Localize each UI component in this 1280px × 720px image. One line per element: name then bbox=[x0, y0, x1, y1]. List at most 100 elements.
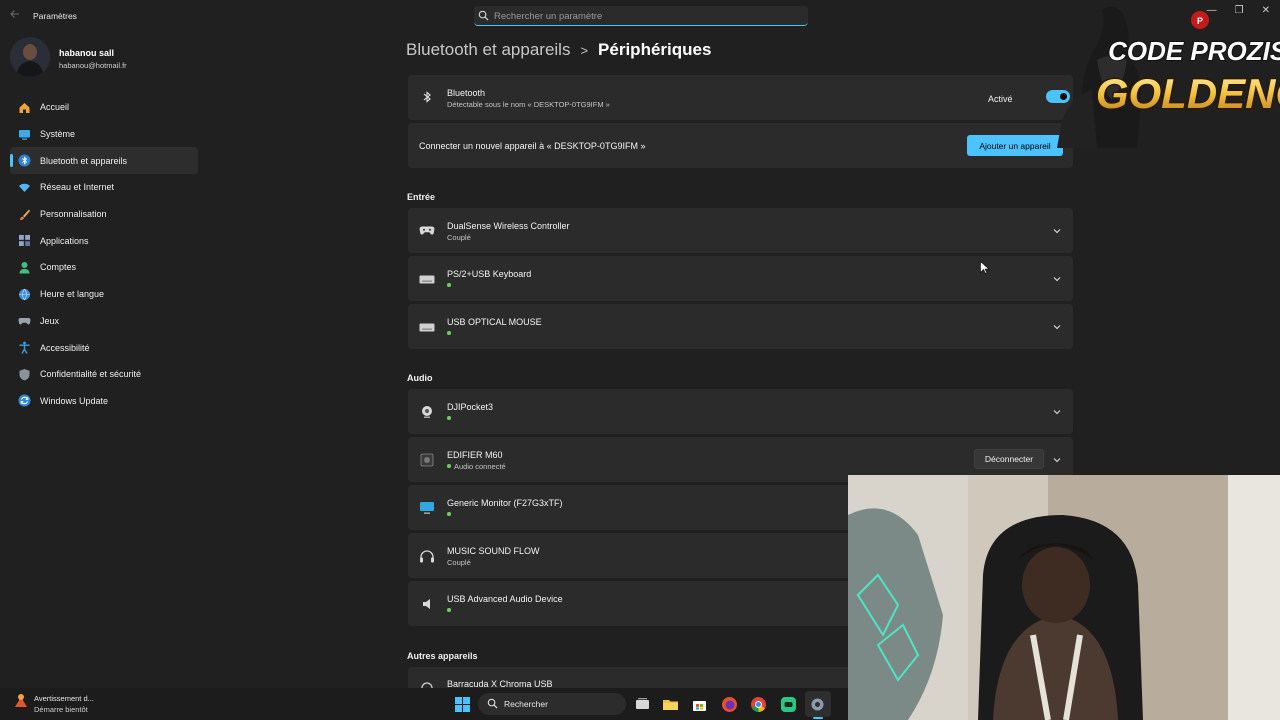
chevron-down-icon[interactable] bbox=[1052, 274, 1062, 284]
sidebar-item-network[interactable]: Réseau et Internet bbox=[10, 174, 198, 201]
chrome-icon[interactable] bbox=[750, 696, 767, 713]
bluetooth-icon bbox=[17, 154, 31, 168]
section-other-label: Autres appareils bbox=[407, 651, 478, 661]
mouse-icon bbox=[419, 319, 435, 335]
sidebar-item-label: Jeux bbox=[40, 315, 60, 326]
sidebar-item-windows-update[interactable]: Windows Update bbox=[10, 388, 198, 415]
sidebar-item-privacy[interactable]: Confidentialité et sécurité bbox=[10, 361, 198, 388]
add-device-card: Connecter un nouvel appareil à « DESKTOP… bbox=[408, 123, 1073, 168]
sidebar-item-gaming[interactable]: Jeux bbox=[10, 308, 198, 335]
logo-line1: CODE PROZIS: bbox=[1108, 36, 1280, 66]
device-row[interactable]: USB OPTICAL MOUSE bbox=[408, 304, 1073, 349]
search-icon bbox=[487, 698, 498, 709]
sidebar-item-apps[interactable]: Applications bbox=[10, 227, 198, 254]
globe-clock-icon bbox=[17, 287, 31, 301]
settings-search-box[interactable] bbox=[474, 6, 808, 26]
accessibility-icon bbox=[17, 341, 31, 355]
mouse-cursor-icon bbox=[980, 261, 989, 274]
sidebar-item-label: Personnalisation bbox=[40, 209, 107, 220]
sidebar-item-accounts[interactable]: Comptes bbox=[10, 254, 198, 281]
headphones-icon bbox=[419, 548, 435, 564]
chevron-down-icon[interactable] bbox=[1052, 226, 1062, 236]
status-dot bbox=[447, 608, 451, 612]
game-app-icon[interactable] bbox=[780, 696, 797, 713]
bluetooth-subtitle: Détectable sous le nom « DESKTOP-0TG9IFM… bbox=[447, 100, 610, 109]
app-title: Paramètres bbox=[33, 11, 77, 21]
breadcrumb-parent[interactable]: Bluetooth et appareils bbox=[406, 40, 570, 60]
webcam-icon bbox=[419, 404, 435, 420]
wifi-icon bbox=[17, 180, 31, 194]
add-device-button[interactable]: Ajouter un appareil bbox=[967, 135, 1063, 156]
sidebar-item-label: Accueil bbox=[40, 102, 70, 113]
update-icon bbox=[17, 394, 31, 408]
status-dot bbox=[447, 283, 451, 287]
task-view-icon[interactable] bbox=[634, 696, 651, 713]
settings-search-input[interactable] bbox=[494, 8, 794, 24]
add-device-text: Connecter un nouvel appareil à « DESKTOP… bbox=[419, 141, 646, 151]
sidebar-item-label: Heure et langue bbox=[40, 289, 105, 300]
device-name: USB OPTICAL MOUSE bbox=[447, 317, 542, 327]
windows-start-icon[interactable] bbox=[454, 696, 471, 713]
shield-icon bbox=[17, 367, 31, 381]
chevron-down-icon[interactable] bbox=[1052, 455, 1062, 465]
notification-title[interactable]: Avertissement d... bbox=[34, 694, 94, 703]
keyboard-icon bbox=[419, 271, 435, 287]
device-name: DJIPocket3 bbox=[447, 402, 494, 412]
page-title: Périphériques bbox=[598, 40, 712, 59]
home-icon bbox=[17, 100, 31, 114]
device-name: DualSense Wireless Controller bbox=[447, 221, 570, 231]
sidebar-item-label: Système bbox=[40, 129, 76, 140]
chevron-down-icon[interactable] bbox=[1052, 407, 1062, 417]
sidebar-item-label: Accessibilité bbox=[40, 342, 90, 353]
sidebar-item-system[interactable]: Système bbox=[10, 121, 198, 148]
taskbar-search-label: Rechercher bbox=[504, 699, 548, 709]
monitor-icon bbox=[419, 500, 435, 516]
warning-icon[interactable] bbox=[13, 693, 29, 709]
device-name: Generic Monitor (F27G3xTF) bbox=[447, 498, 563, 508]
device-status: Audio connecté bbox=[454, 462, 506, 471]
sidebar-item-label: Confidentialité et sécurité bbox=[40, 369, 142, 380]
sidebar-item-label: Windows Update bbox=[40, 395, 109, 406]
device-name: PS/2+USB Keyboard bbox=[447, 269, 532, 279]
back-arrow-icon[interactable] bbox=[10, 9, 22, 23]
settings-gear-icon[interactable] bbox=[809, 696, 826, 713]
device-name: USB Advanced Audio Device bbox=[447, 594, 563, 604]
sidebar-item-personalization[interactable]: Personnalisation bbox=[10, 201, 198, 228]
sidebar-nav: Accueil Système Bluetooth et appareils R… bbox=[10, 94, 198, 414]
file-explorer-icon[interactable] bbox=[662, 696, 679, 713]
gamepad-icon bbox=[419, 223, 435, 239]
sidebar-item-bluetooth[interactable]: Bluetooth et appareils bbox=[10, 147, 198, 175]
status-dot bbox=[447, 512, 451, 516]
webcam-overlay bbox=[848, 475, 1280, 720]
sidebar-item-home[interactable]: Accueil bbox=[10, 94, 198, 121]
device-row[interactable]: DJIPocket3 bbox=[408, 389, 1073, 434]
disconnect-button[interactable]: Déconnecter bbox=[974, 449, 1044, 469]
device-row[interactable]: DualSense Wireless Controller Couplé bbox=[408, 208, 1073, 253]
chevron-down-icon[interactable] bbox=[1052, 322, 1062, 332]
stream-logo-overlay: P CODE PROZIS: GOLDENG bbox=[1052, 0, 1280, 149]
breadcrumb: Bluetooth et appareils > Périphériques bbox=[406, 40, 711, 60]
avatar[interactable] bbox=[10, 37, 50, 77]
firefox-icon[interactable] bbox=[721, 696, 738, 713]
search-icon bbox=[478, 10, 489, 21]
status-dot bbox=[447, 416, 451, 420]
device-status: Couplé bbox=[447, 233, 471, 242]
gamepad-icon bbox=[17, 314, 31, 328]
device-name: MUSIC SOUND FLOW bbox=[447, 546, 540, 556]
brush-icon bbox=[17, 207, 31, 221]
taskbar: Avertissement d... Démarre bientôt Reche… bbox=[0, 688, 848, 720]
taskbar-search[interactable]: Rechercher bbox=[478, 693, 626, 715]
status-dot bbox=[447, 331, 451, 335]
sidebar-item-label: Réseau et Internet bbox=[40, 182, 115, 193]
user-name: habanou sall bbox=[59, 48, 115, 58]
bluetooth-title: Bluetooth bbox=[447, 88, 486, 98]
sidebar-item-accessibility[interactable]: Accessibilité bbox=[10, 334, 198, 361]
sidebar-item-time-language[interactable]: Heure et langue bbox=[10, 281, 198, 308]
sidebar-item-label: Bluetooth et appareils bbox=[40, 155, 128, 166]
apps-icon bbox=[17, 234, 31, 248]
person-icon bbox=[17, 260, 31, 274]
sidebar-item-label: Comptes bbox=[40, 262, 77, 273]
store-icon[interactable] bbox=[691, 696, 708, 713]
device-row[interactable]: PS/2+USB Keyboard bbox=[408, 256, 1073, 301]
breadcrumb-separator: > bbox=[580, 42, 589, 58]
